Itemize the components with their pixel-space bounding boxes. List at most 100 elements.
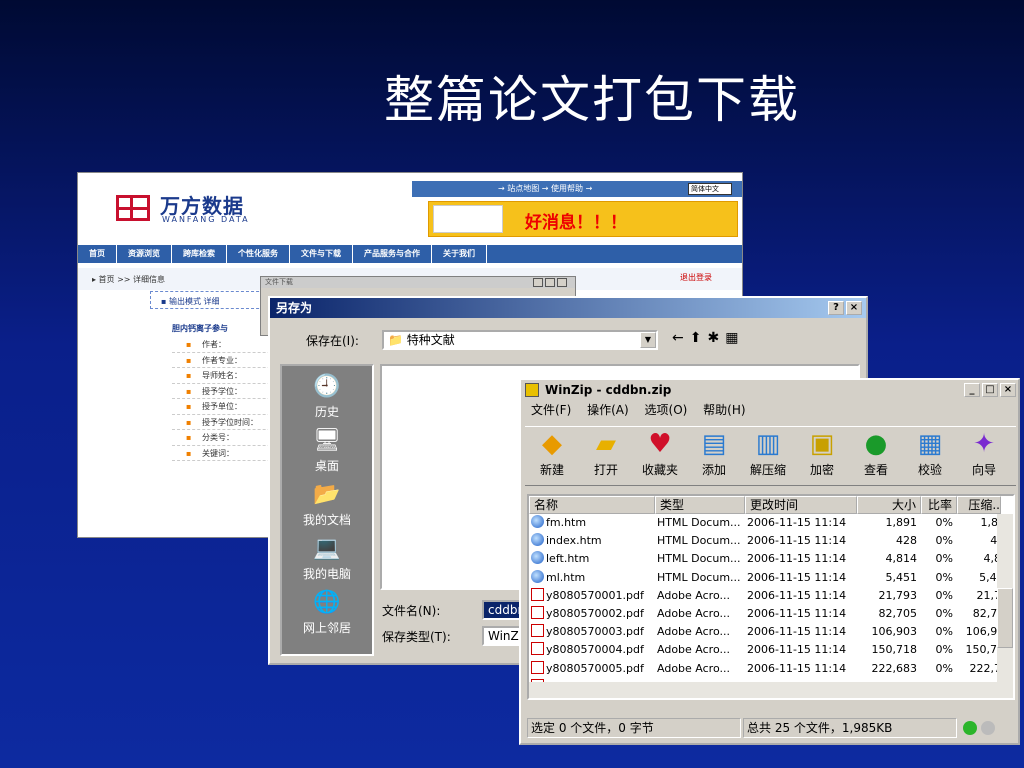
- file-ratio-cell: 0%: [935, 570, 953, 584]
- nav-item[interactable]: 文件与下载: [290, 245, 353, 263]
- nav-item[interactable]: 产品服务与合作: [353, 245, 432, 263]
- status-green-light-icon: [963, 721, 977, 735]
- place-computer[interactable]: 💻 我的电脑: [282, 536, 372, 582]
- file-name-cell: y8080570004.pdf: [529, 641, 655, 659]
- file-time-cell: 2006-11-15 11:14: [747, 588, 847, 602]
- table-row[interactable]: y8080570002.pdf Adobe Acro... 2006-11-15 1…: [529, 605, 1013, 623]
- chevron-down-icon[interactable]: ▼: [640, 332, 656, 348]
- save-as-title: 另存为: [276, 301, 313, 315]
- status-total: 总共 25 个文件，1,985KB: [743, 718, 957, 738]
- toolbar-extract-button[interactable]: ▥ 解压缩: [741, 427, 795, 485]
- file-size-cell: 106,903: [871, 625, 918, 639]
- save-as-titlebar: 另存为 ? ×: [270, 298, 866, 318]
- table-row[interactable]: ml.htm HTML Docum... 2006-11-15 11:14 5,451…: [529, 569, 1013, 587]
- toolbar-wizard-button[interactable]: ✦ 向导: [957, 427, 1011, 485]
- new-folder-icon[interactable]: ✱: [707, 330, 725, 346]
- table-row[interactable]: y8080570004.pdf Adobe Acro... 2006-11-15 1…: [529, 641, 1013, 659]
- back-icon[interactable]: ←: [672, 330, 690, 346]
- history-icon: 🕘: [313, 374, 341, 399]
- menu-actions[interactable]: 操作(A): [587, 403, 629, 417]
- maximize-button[interactable]: □: [982, 383, 998, 397]
- menu-options[interactable]: 选项(O): [645, 403, 688, 417]
- col-ratio[interactable]: 比率: [921, 496, 957, 514]
- file-packed-cell: 21,7: [976, 588, 1002, 602]
- table-row[interactable]: y8080570003.pdf Adobe Acro... 2006-11-15 1…: [529, 623, 1013, 641]
- save-in-combo[interactable]: 📁 特种文献 ▼: [382, 330, 658, 350]
- close-button[interactable]: ×: [1000, 383, 1016, 397]
- scroll-thumb[interactable]: [997, 588, 1013, 648]
- extract-icon: ▥: [755, 429, 781, 459]
- computer-icon: 💻: [313, 536, 341, 561]
- close-button[interactable]: ×: [846, 301, 862, 315]
- banner-text: 好消息！！！: [525, 213, 627, 233]
- toolbar-add-button[interactable]: ▤ 添加: [687, 427, 741, 485]
- promo-banner[interactable]: 好消息！！！: [428, 201, 738, 237]
- file-type-cell: Adobe Acro...: [657, 588, 730, 602]
- folder-icon: 📁: [388, 333, 403, 347]
- menu-bar: 文件(F) 操作(A) 选项(O) 帮助(H): [521, 400, 1018, 420]
- file-name-cell: fm.htm: [529, 514, 655, 532]
- save-in-value: 特种文献: [406, 333, 455, 347]
- table-row[interactable]: index.htm HTML Docum... 2006-11-15 11:14 42…: [529, 532, 1013, 550]
- logout-link[interactable]: 退出登录: [680, 272, 712, 283]
- toolbar-favorites-button[interactable]: ♥ 收藏夹: [633, 427, 687, 485]
- encrypt-icon: ▣: [809, 429, 835, 459]
- file-time-cell: 2006-11-15 11:14: [747, 552, 847, 566]
- table-row[interactable]: y8080570005.pdf Adobe Acro... 2006-11-15 1…: [529, 660, 1013, 678]
- file-type-cell: HTML Docum...: [657, 552, 741, 566]
- logo-subtext: WANFANG DATA: [162, 215, 250, 224]
- network-icon: 🌐: [313, 590, 341, 615]
- up-folder-icon[interactable]: ⬆: [690, 330, 708, 346]
- file-time-cell: 2006-11-15 11:14: [747, 661, 847, 675]
- add-icon: ▤: [701, 429, 727, 459]
- toolbar-view-button[interactable]: ● 查看: [849, 427, 903, 485]
- list-header: 名称 类型 更改时间 大小 比率 压缩..: [529, 496, 1013, 514]
- breadcrumb[interactable]: ▸ 首页 >> 详细信息: [92, 274, 165, 285]
- pdf-file-icon: [531, 605, 544, 619]
- file-size-cell: 428: [896, 534, 917, 548]
- file-ratio-cell: 0%: [935, 625, 953, 639]
- maximize-icon[interactable]: [545, 278, 555, 287]
- place-network[interactable]: 🌐 网上邻居: [282, 590, 372, 636]
- vertical-scrollbar[interactable]: [997, 514, 1013, 698]
- file-packed-cell: 4:: [990, 534, 1001, 548]
- nav-item[interactable]: 资源浏览: [117, 245, 172, 263]
- language-select[interactable]: 简体中文: [688, 183, 732, 195]
- place-history[interactable]: 🕘 历史: [282, 374, 372, 420]
- toolbar-checkout-button[interactable]: ▦ 校验: [903, 427, 957, 485]
- horizontal-scrollbar[interactable]: [529, 682, 1013, 698]
- nav-item[interactable]: 关于我们: [432, 245, 487, 263]
- minimize-button[interactable]: _: [964, 383, 980, 397]
- table-row[interactable]: left.htm HTML Docum... 2006-11-15 11:14 4,8…: [529, 550, 1013, 568]
- col-packed[interactable]: 压缩..: [957, 496, 1001, 514]
- file-ratio-cell: 0%: [935, 606, 953, 620]
- toolbar-open-button[interactable]: ▰ 打开: [579, 427, 633, 485]
- pdf-file-icon: [531, 587, 544, 601]
- nav-item[interactable]: 个性化服务: [227, 245, 290, 263]
- close-icon[interactable]: [557, 278, 567, 287]
- nav-item[interactable]: 首页: [78, 245, 117, 263]
- toolbar-new-button[interactable]: ◆ 新建: [525, 427, 579, 485]
- file-type-cell: HTML Docum...: [657, 570, 741, 584]
- list-body: fm.htm HTML Docum... 2006-11-15 11:14 1,891…: [529, 514, 1013, 696]
- view-menu-icon[interactable]: ▦: [725, 330, 744, 346]
- minimize-icon[interactable]: [533, 278, 543, 287]
- col-type[interactable]: 类型: [655, 496, 745, 514]
- col-modified[interactable]: 更改时间: [745, 496, 857, 514]
- place-documents[interactable]: 📂 我的文档: [282, 482, 372, 528]
- menu-file[interactable]: 文件(F): [531, 403, 571, 417]
- nav-item[interactable]: 跨库检索: [172, 245, 227, 263]
- help-button[interactable]: ?: [828, 301, 844, 315]
- table-row[interactable]: fm.htm HTML Docum... 2006-11-15 11:14 1,891…: [529, 514, 1013, 532]
- file-size-cell: 150,718: [871, 643, 918, 657]
- menu-help[interactable]: 帮助(H): [703, 403, 745, 417]
- toolbar-encrypt-button[interactable]: ▣ 加密: [795, 427, 849, 485]
- winzip-titlebar: WinZip - cddbn.zip _ □ ×: [521, 380, 1018, 400]
- col-size[interactable]: 大小: [857, 496, 921, 514]
- table-row[interactable]: y8080570001.pdf Adobe Acro... 2006-11-15 1…: [529, 587, 1013, 605]
- save-in-label: 保存在(I):: [306, 334, 359, 348]
- file-ratio-cell: 0%: [935, 552, 953, 566]
- col-name[interactable]: 名称: [529, 496, 655, 514]
- file-name-cell: left.htm: [529, 550, 655, 568]
- place-desktop[interactable]: 🖥 桌面: [282, 428, 372, 474]
